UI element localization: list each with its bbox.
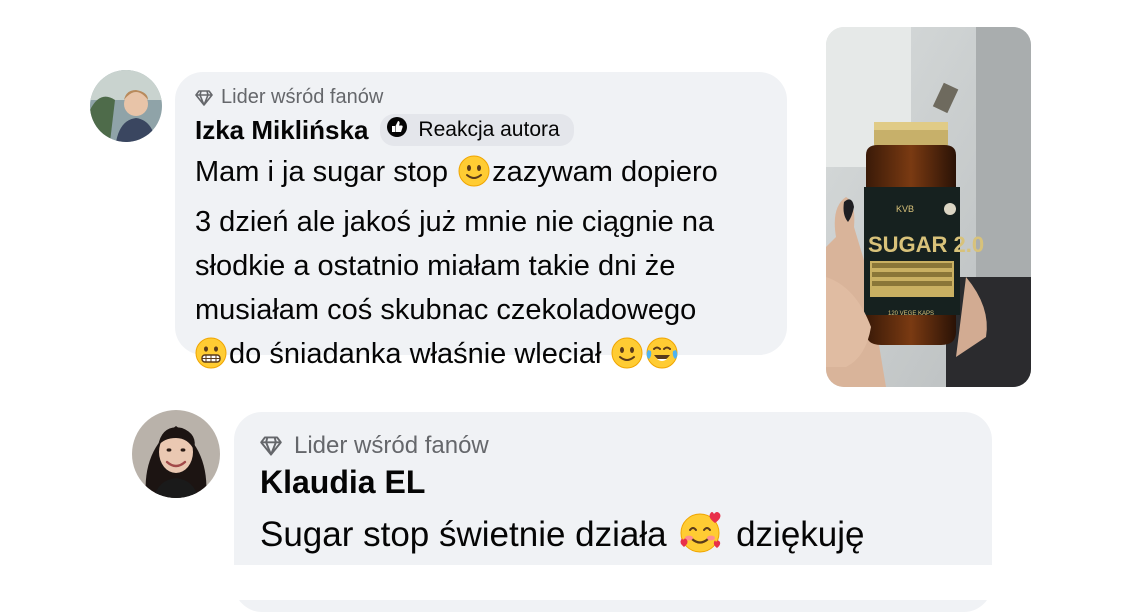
tears-of-joy-emoji <box>645 337 679 382</box>
comment-line: 3 dzień ale jakoś już mnie nie ciągnie n… <box>195 206 715 238</box>
slightly-smiling-face-emoji <box>611 337 643 382</box>
fan-badge[interactable]: Lider wśród fanów <box>195 86 383 109</box>
cropped-bottom-area <box>0 565 1130 600</box>
comment-line: Mam i ja sugar stop <box>195 156 449 188</box>
comment-line: do śniadanka właśnie wleciał <box>229 338 602 370</box>
avatar-izka[interactable] <box>90 70 162 142</box>
label-product: SUGAR 2.0 <box>868 232 984 257</box>
comment-line: dziękuję <box>736 515 865 554</box>
author-name[interactable]: Izka Miklińska <box>195 115 368 146</box>
avatar-klaudia[interactable] <box>132 410 220 498</box>
fan-badge[interactable]: Lider wśród fanów <box>260 432 489 460</box>
label-caps: 120 VEGE KAPS <box>888 311 934 317</box>
attached-photo[interactable]: KVB SUGAR 2.0 120 VEGE KAPS <box>826 27 1031 387</box>
grimacing-face-emoji <box>195 337 227 382</box>
author-reaction-pill: Reakcja autora <box>380 114 574 146</box>
comment-line: słodkie a ostatnio miałam takie dni że <box>195 250 676 282</box>
comment-line: zazywam dopiero <box>492 156 718 188</box>
author-reaction-icon <box>386 116 408 144</box>
comment-line: musiałam coś skubnac czekoladowego <box>195 294 697 326</box>
author-name[interactable]: Klaudia EL <box>260 464 425 501</box>
diamond-icon <box>195 89 213 106</box>
comment-bubble: Lider wśród fanów Izka Miklińska Reakcja… <box>175 72 787 370</box>
label-brand: KVB <box>896 204 914 214</box>
fan-badge-label: Lider wśród fanów <box>221 86 384 108</box>
fan-badge-label: Lider wśród fanów <box>294 432 489 459</box>
comment-text: Sugar stop świetnie działa dziękuję <box>260 510 865 565</box>
comment-line: Sugar stop świetnie działa <box>260 515 667 554</box>
author-reaction-label: Reakcja autora <box>418 118 560 141</box>
diamond-icon <box>260 436 282 456</box>
slightly-smiling-face-emoji <box>458 155 490 200</box>
comment-text: Mam i ja sugar stop zazywam dopiero 3 dz… <box>195 150 785 382</box>
smiling-face-with-hearts-emoji <box>678 510 724 565</box>
